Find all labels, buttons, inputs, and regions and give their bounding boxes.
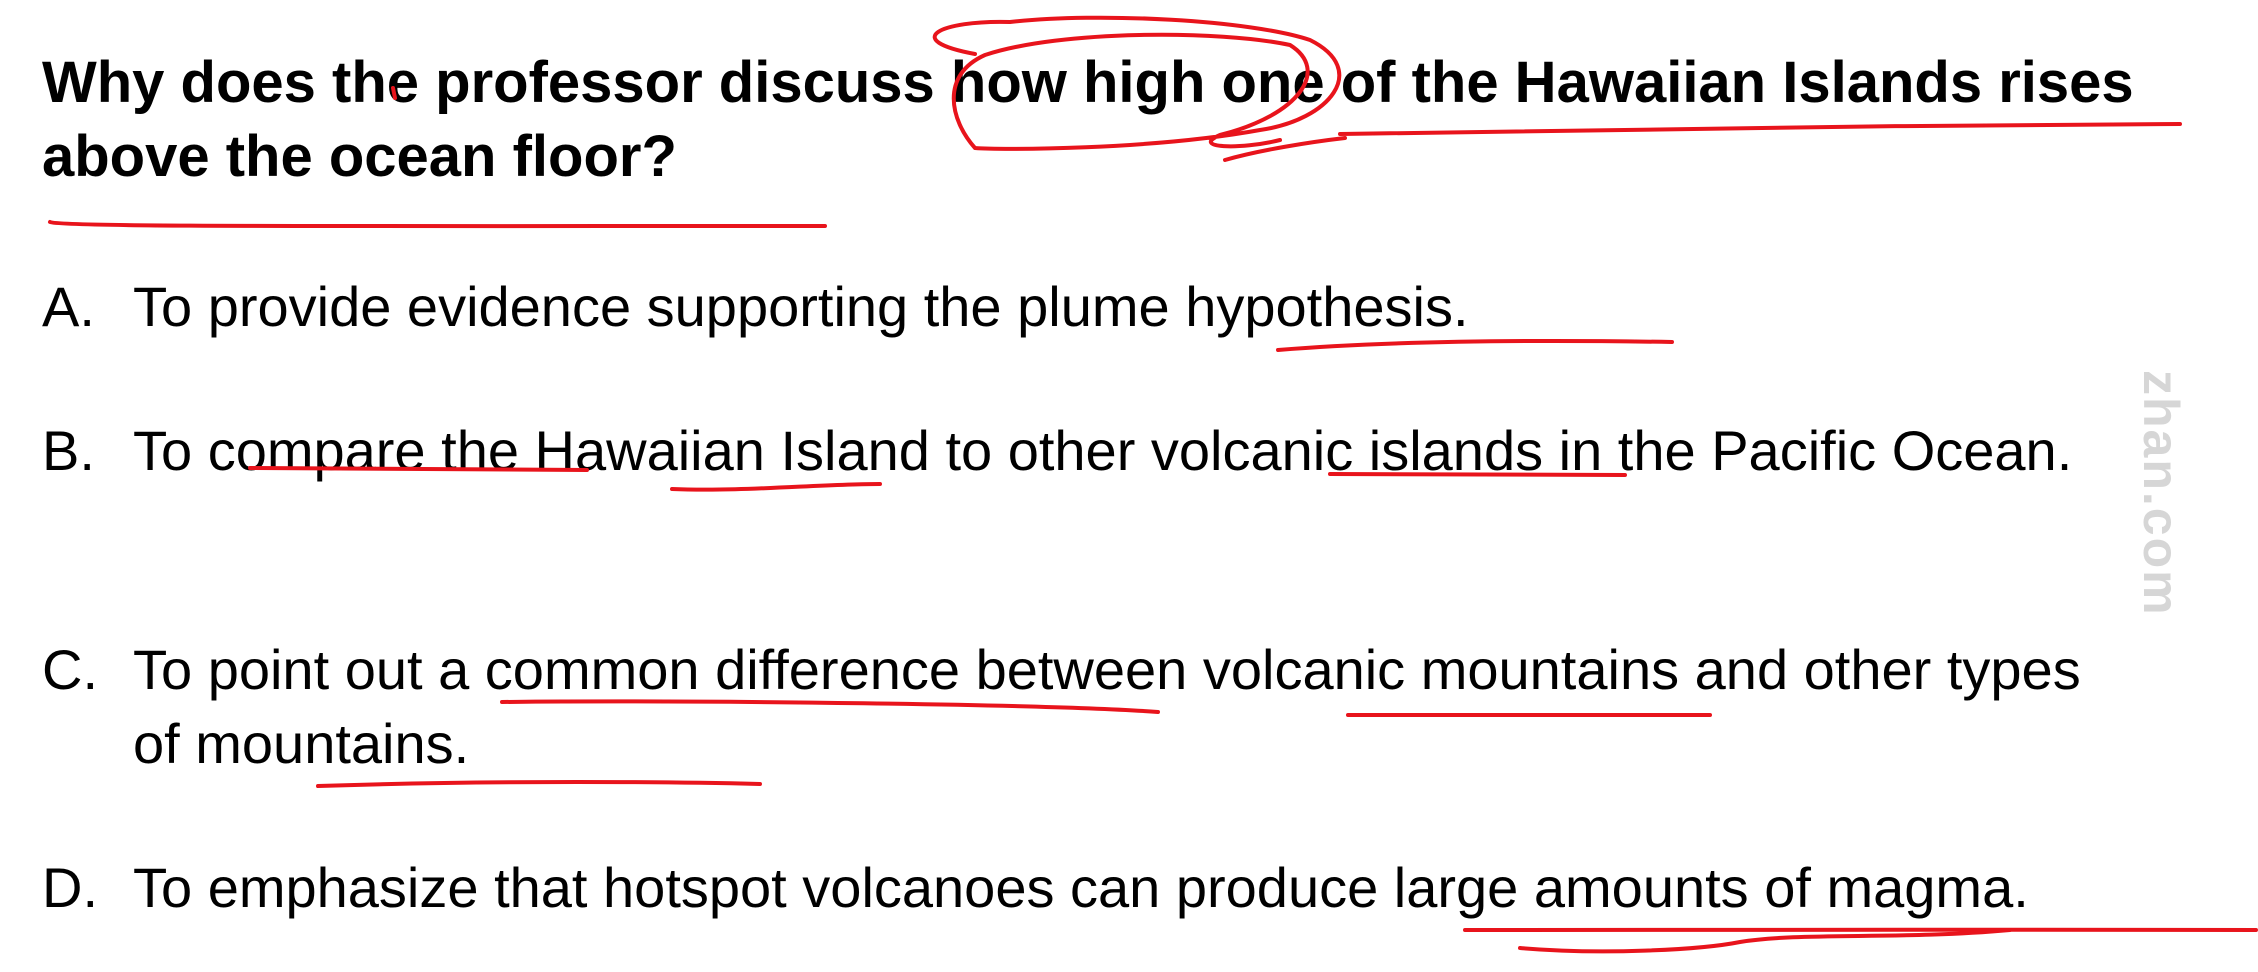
option-letter: A. xyxy=(42,275,95,338)
option-c[interactable]: C. To point out a common difference betw… xyxy=(42,633,2142,781)
option-letter: C. xyxy=(42,638,98,701)
option-text: To compare the Hawaiian Island to other … xyxy=(133,419,2073,482)
option-text: To point out a common difference between… xyxy=(133,638,2081,775)
option-a[interactable]: A. To provide evidence supporting the pl… xyxy=(42,270,2142,344)
option-text: To emphasize that hotspot volcanoes can … xyxy=(133,856,2029,919)
option-letter: D. xyxy=(42,856,98,919)
option-text: To provide evidence supporting the plume… xyxy=(133,275,1469,338)
annotation-underline xyxy=(316,780,762,788)
annotation-underline xyxy=(48,220,827,229)
annotation-underline xyxy=(1463,927,2258,933)
option-d[interactable]: D. To emphasize that hotspot volcanoes c… xyxy=(42,851,2142,925)
option-b[interactable]: B. To compare the Hawaiian Island to oth… xyxy=(42,414,2142,488)
watermark: zhan.com xyxy=(2133,370,2189,617)
annotation-underline xyxy=(1518,928,2012,954)
question-text: Why does the professor discuss how high … xyxy=(42,50,2134,189)
option-letter: B. xyxy=(42,419,95,482)
